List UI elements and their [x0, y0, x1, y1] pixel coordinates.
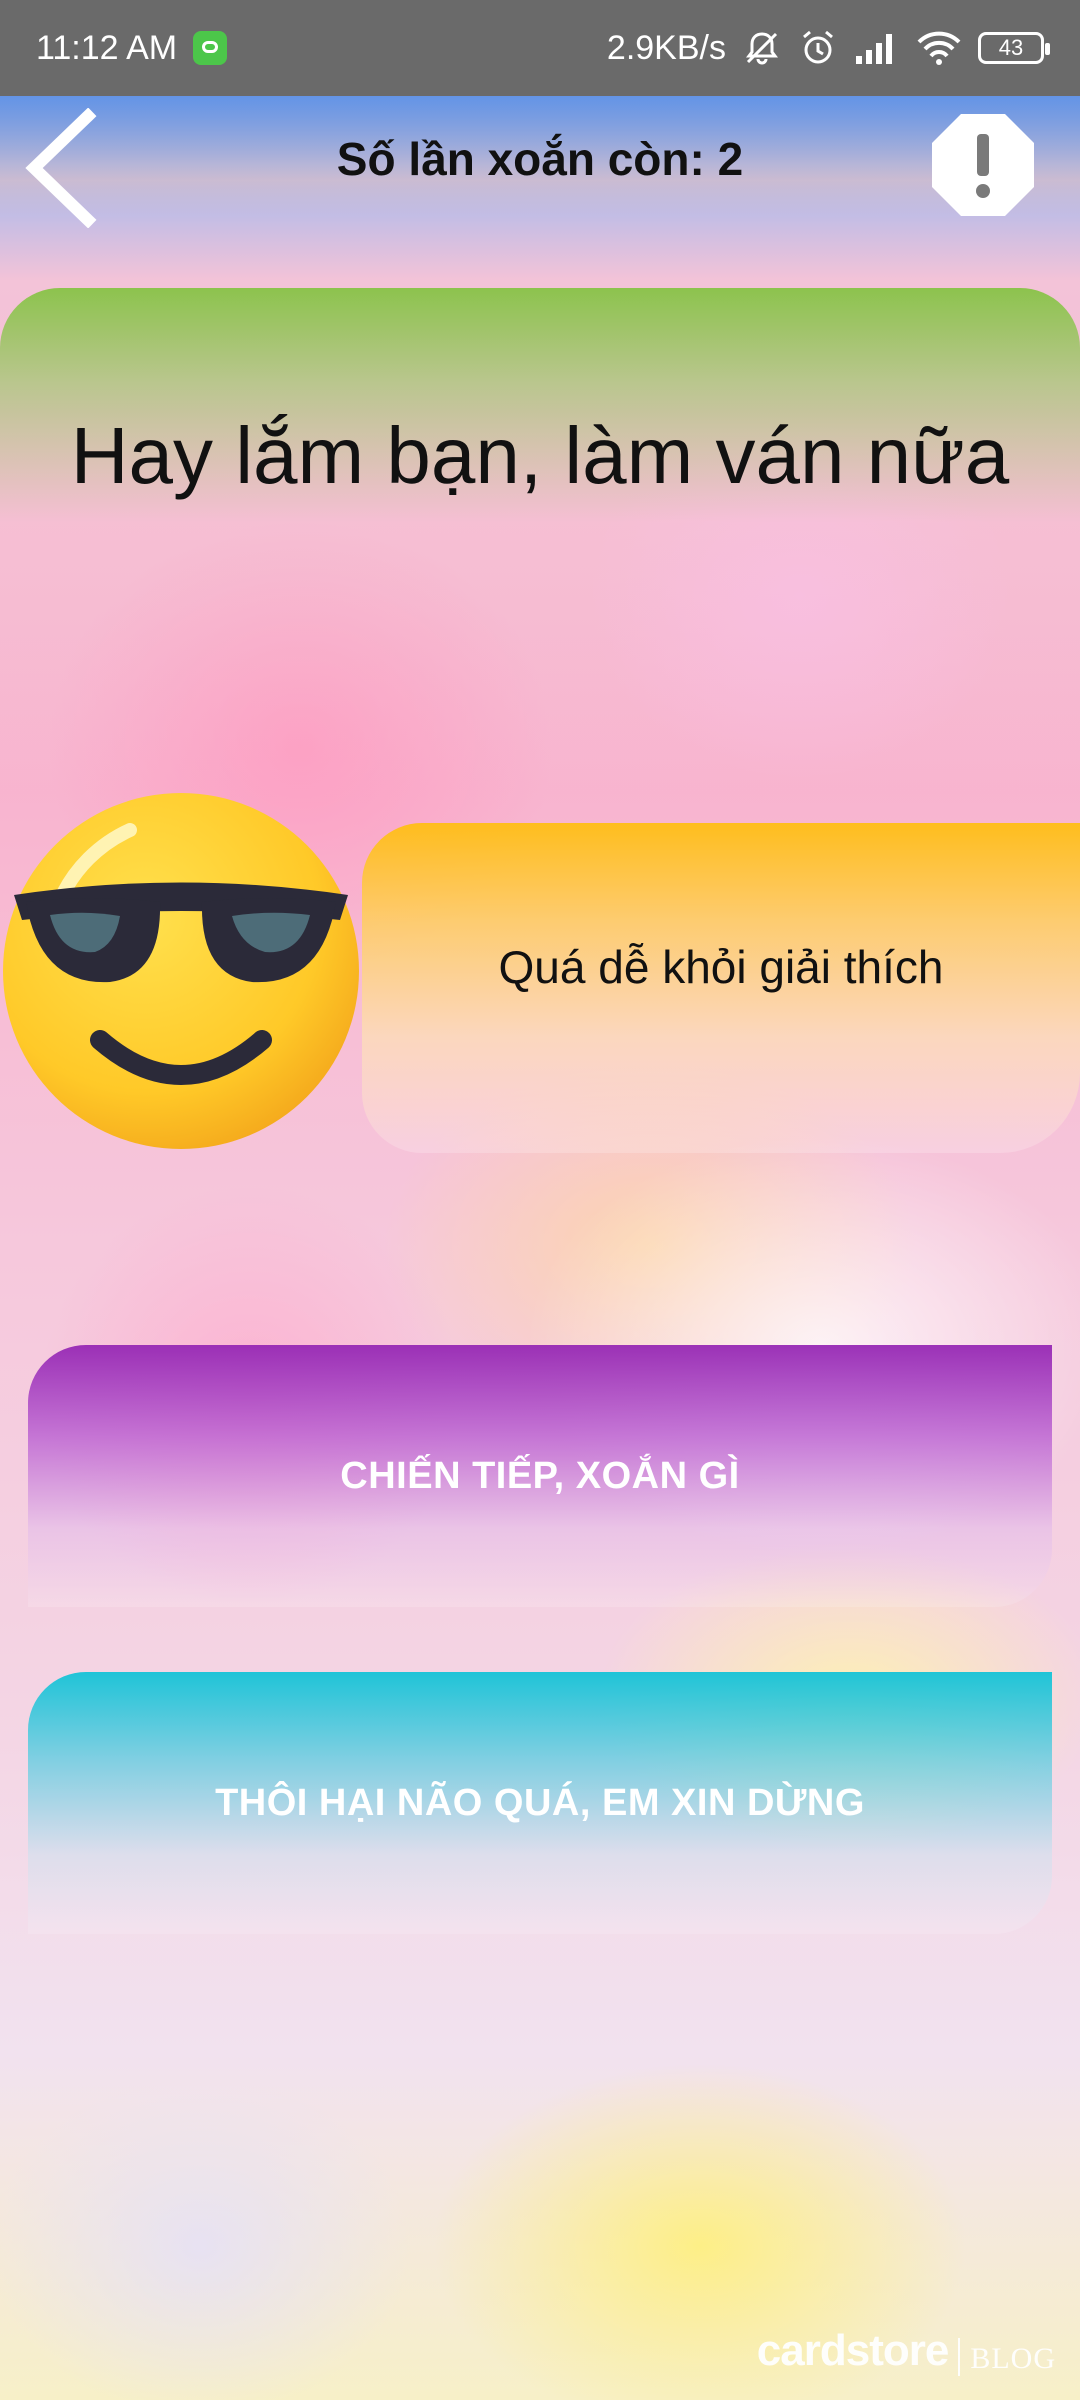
battery-icon: 43: [978, 32, 1050, 64]
app-notification-icon: [193, 31, 228, 65]
exclamation-octagon-icon: [932, 114, 1034, 216]
status-bar-right: 2.9KB/s 43: [606, 28, 1050, 68]
signal-icon: [856, 34, 892, 64]
status-bar: 11:12 AM 2.9KB/s 43: [0, 0, 1080, 96]
mute-bell-icon: [746, 32, 778, 65]
sunglasses-smiley-icon: [0, 790, 362, 1152]
battery-level: 43: [998, 35, 1024, 60]
cardstore-blog-watermark: cardstore BLOG: [757, 2326, 1056, 2376]
report-button[interactable]: [930, 112, 1036, 218]
status-time: 11:12 AM: [36, 28, 178, 67]
continue-button-label: CHIẾN TIẾP, XOẮN GÌ: [340, 1455, 740, 1497]
watermark-divider: [958, 2338, 961, 2376]
watermark-suffix: BLOG: [970, 2342, 1056, 2375]
stop-button[interactable]: THÔI HẠI NÃO QUÁ, EM XIN DỪNG: [28, 1672, 1052, 1934]
page-title: Số lần xoắn còn: 2: [336, 133, 744, 185]
status-bar-left: 11:12 AM: [36, 28, 228, 68]
network-speed: 2.9KB/s: [606, 28, 726, 67]
continue-button[interactable]: CHIẾN TIẾP, XOẮN GÌ: [28, 1345, 1052, 1607]
result-card: [0, 288, 1080, 808]
alarm-icon: [803, 30, 833, 64]
stop-button-label: THÔI HẠI NÃO QUÁ, EM XIN DỪNG: [215, 1782, 865, 1824]
wifi-icon: [917, 31, 961, 65]
watermark-brand: cardstore: [756, 2326, 950, 2375]
explanation-text: Quá dễ khỏi giải thích: [498, 941, 944, 993]
result-message: Hay lắm bạn, làm ván nữa: [70, 411, 1010, 500]
